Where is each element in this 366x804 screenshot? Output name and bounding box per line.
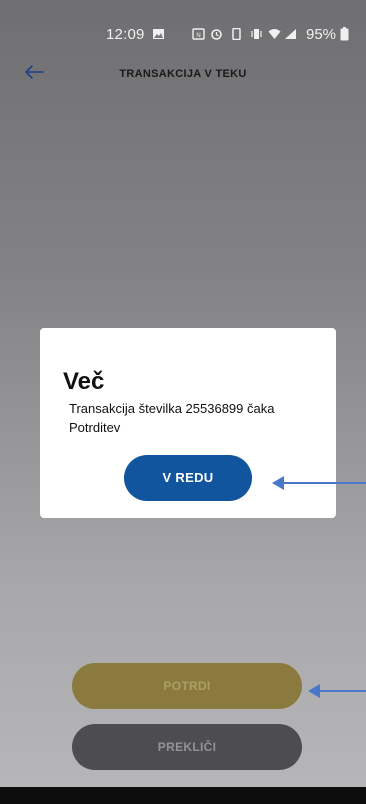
wifi-icon: [268, 29, 281, 39]
nfc-icon: N: [192, 28, 205, 40]
svg-text:N: N: [196, 33, 200, 39]
signal-icon: [285, 29, 296, 39]
dialog-message: Transakcija številka 25536899 čaka Potrd…: [69, 401, 275, 435]
annotation-arrow-icon: [308, 684, 366, 698]
cancel-button[interactable]: PREKLIČI: [72, 724, 302, 770]
battery-percentage: 95%: [306, 26, 337, 43]
confirm-button[interactable]: POTRDI: [72, 663, 302, 709]
alarm-icon: [211, 29, 222, 40]
image-icon: [153, 29, 164, 39]
system-navigation-bar: [0, 787, 366, 804]
status-bar: 12:09 N 95%: [0, 22, 366, 48]
dialog-title: Več: [63, 368, 105, 395]
status-time: 12:09: [106, 26, 145, 43]
app-screen: 12:09 N 95% TRANSAKCIJA V TEKU Več Trans…: [0, 0, 366, 787]
ok-button[interactable]: V REDU: [124, 455, 252, 501]
vibrate-icon: [251, 29, 262, 39]
battery-icon: [340, 27, 349, 41]
phone-icon: [232, 28, 241, 40]
annotation-arrow-icon: [272, 476, 366, 490]
page-title: TRANSAKCIJA V TEKU: [119, 68, 247, 80]
